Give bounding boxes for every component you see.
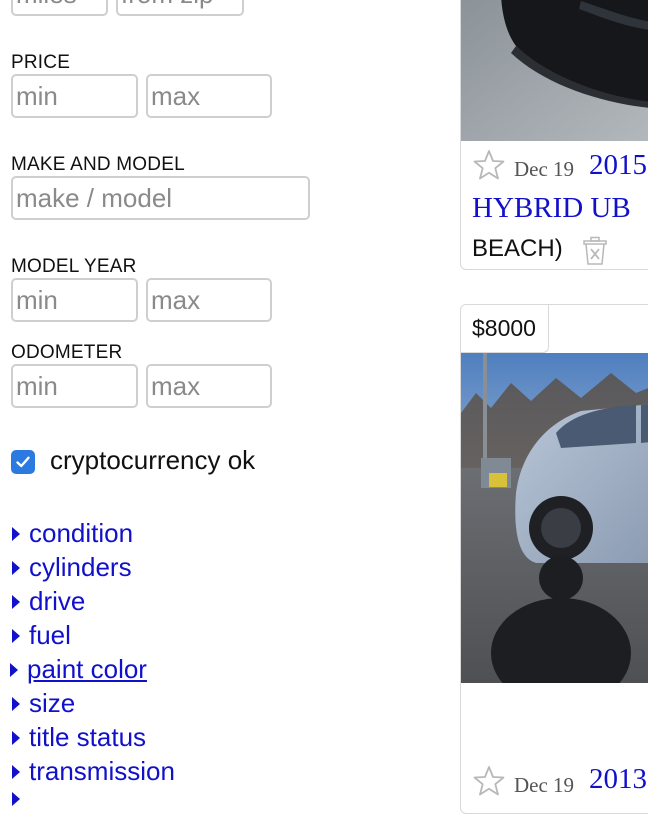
filter-transmission[interactable]: transmission [12,756,175,787]
model-year-min-input[interactable] [11,278,138,322]
filter-drive[interactable]: drive [12,586,85,617]
odometer-label: ODOMETER [11,342,123,363]
favorite-star-icon[interactable] [473,765,505,797]
caret-right-icon [12,628,20,643]
listing-photo[interactable] [461,353,648,713]
caret-right-icon [10,662,18,677]
price-label: PRICE [11,52,71,73]
listing-date: Dec 19 [514,157,575,181]
filter-label: cylinders [29,552,132,582]
make-model-label: MAKE AND MODEL [11,154,185,175]
checkmark-icon [16,456,30,468]
listing-date: Dec 19 [514,773,575,797]
filter-label: condition [29,518,134,548]
make-model-input[interactable] [11,176,310,220]
price-min-input[interactable] [11,74,138,118]
caret-right-icon [12,696,20,711]
model-year-label: MODEL YEAR [11,256,137,277]
odometer-min-input[interactable] [11,364,138,408]
filter-label: fuel [29,620,71,650]
filter-title-status[interactable]: title status [12,722,146,753]
model-year-max-input[interactable] [146,278,272,322]
caret-right-icon [12,764,20,779]
miles-input[interactable] [11,0,108,16]
filter-condition[interactable]: condition [12,518,133,549]
crypto-checkbox[interactable] [11,450,35,474]
listing-card[interactable]: Dec 19 2015 HYBRID UB BEACH) [460,0,648,270]
filter-cylinders[interactable]: cylinders [12,552,132,583]
listing-photo[interactable] [461,0,648,141]
filter-label: drive [29,586,86,616]
caret-right-icon [12,730,20,745]
zip-input[interactable] [116,0,244,16]
listing-title[interactable]: 2013 [589,763,647,796]
filter-label: size [29,688,76,718]
price-badge: $8000 [461,305,549,353]
filter-size[interactable]: size [12,688,75,719]
listing-card[interactable]: $8000 Dec 19 2013 [460,304,648,814]
caret-right-icon [12,792,20,806]
caret-right-icon [12,560,20,575]
odometer-max-input[interactable] [146,364,272,408]
listing-title[interactable]: 2015 [589,149,647,182]
hide-trash-icon[interactable] [581,236,609,266]
listing-title-line2[interactable]: HYBRID UB [472,192,631,225]
price-max-input[interactable] [146,74,272,118]
listing-location: BEACH) [472,235,563,262]
filter-label: transmission [29,756,175,786]
caret-right-icon [12,526,20,541]
filter-fuel[interactable]: fuel [12,620,71,651]
filter-label: paint color [27,654,147,684]
crypto-label[interactable]: cryptocurrency ok [50,445,255,476]
filter-label: title status [29,722,147,752]
filter-paint-color[interactable]: paint color [10,654,167,685]
caret-right-icon [12,594,20,609]
favorite-star-icon[interactable] [473,149,505,181]
